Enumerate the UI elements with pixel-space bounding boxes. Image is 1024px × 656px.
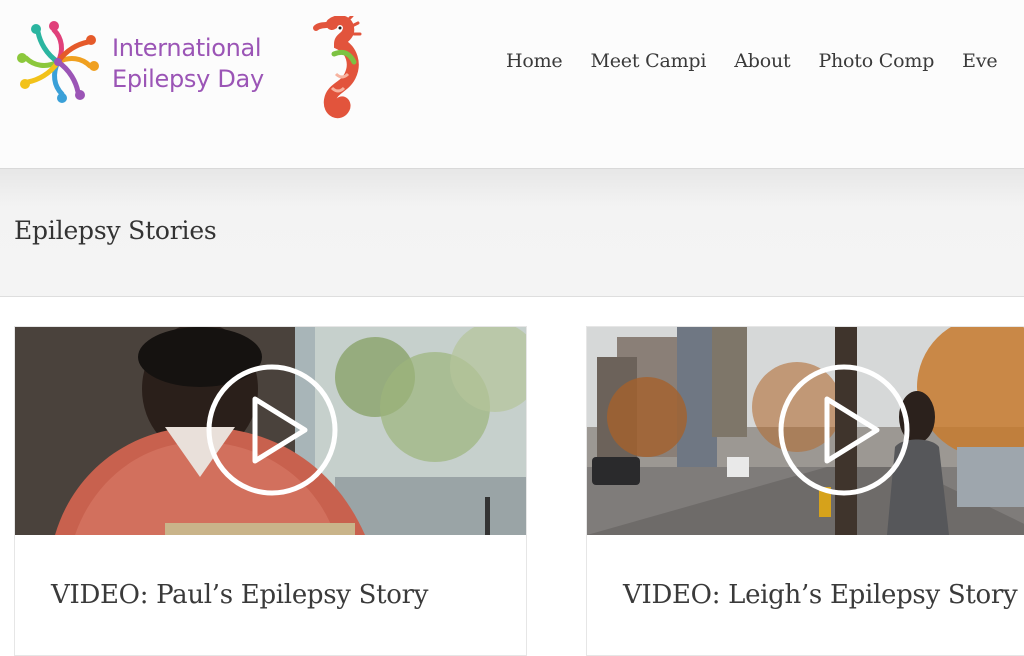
site-logo[interactable]: International Epilepsy Day <box>12 16 282 111</box>
play-icon[interactable] <box>777 363 911 497</box>
site-header: International Epilepsy Day Home Meet Camp… <box>0 0 1024 169</box>
brand-name: International Epilepsy Day <box>112 33 264 95</box>
nav-photo-comp[interactable]: Photo Comp <box>818 50 934 72</box>
main-nav: Home Meet Campi About Photo Comp Eve <box>506 50 1024 72</box>
nav-about[interactable]: About <box>734 50 790 72</box>
story-title-paul[interactable]: VIDEO: Paul’s Epilepsy Story <box>51 580 428 610</box>
brand-name-line1: International <box>112 34 262 62</box>
story-card-paul: VIDEO: Paul’s Epilepsy Story <box>14 326 527 656</box>
brand-name-line2: Epilepsy Day <box>112 65 264 93</box>
page-title-bar: Epilepsy Stories <box>0 169 1024 297</box>
video-thumbnail-leigh[interactable] <box>587 327 1024 535</box>
page-title: Epilepsy Stories <box>14 216 217 245</box>
campi-seahorse-icon[interactable] <box>310 16 368 124</box>
nav-home[interactable]: Home <box>506 50 563 72</box>
nav-meet-campi[interactable]: Meet Campi <box>590 50 706 72</box>
story-title-leigh[interactable]: VIDEO: Leigh’s Epilepsy Story <box>623 580 1018 610</box>
video-thumbnail-paul[interactable] <box>15 327 526 535</box>
story-card-leigh: VIDEO: Leigh’s Epilepsy Story <box>586 326 1024 656</box>
play-icon[interactable] <box>205 363 339 497</box>
flower-logo-icon <box>17 21 99 103</box>
nav-events[interactable]: Eve <box>962 50 997 72</box>
